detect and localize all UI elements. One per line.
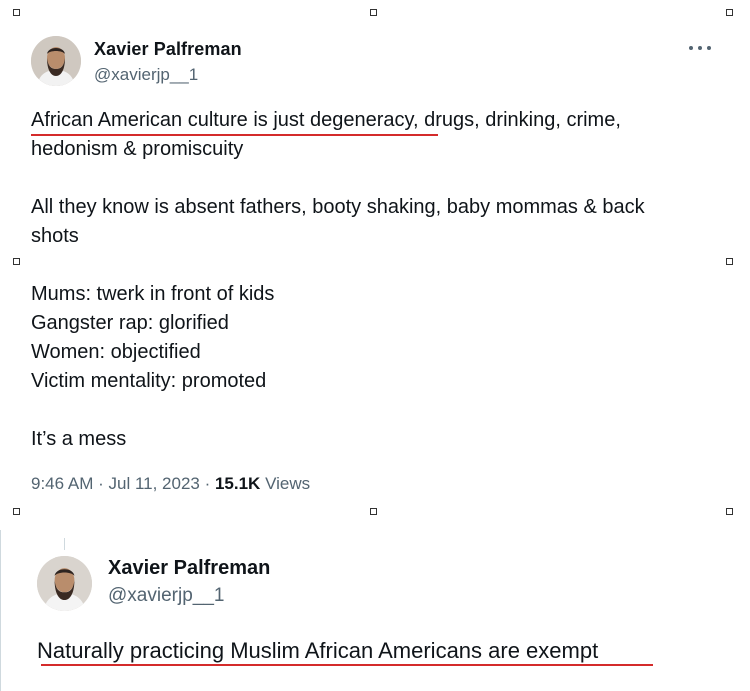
tweet-line: All they know is absent fathers, booty s…	[31, 196, 645, 218]
meta-separator: ·	[93, 474, 109, 493]
tweet-line: Victim mentality: promoted	[31, 370, 267, 392]
tweet-line: African American culture is just degener…	[31, 106, 711, 135]
tweet-date[interactable]: Jul 11, 2023	[108, 474, 199, 493]
tweet-card: Xavier Palfreman @xavierjp__1 African Am…	[0, 0, 750, 512]
author-name[interactable]: Xavier Palfreman	[108, 557, 270, 580]
meta-separator: ·	[199, 474, 215, 493]
views-label: Views	[260, 474, 311, 493]
tweet-line: Gangster rap: glorified	[31, 312, 229, 334]
author-name[interactable]: Xavier Palfreman	[94, 39, 242, 60]
card-border	[0, 530, 1, 691]
tweet-metadata: 9:46 AM · Jul 11, 2023 · 15.1K Views	[31, 474, 310, 494]
tweet-line: Mums: twerk in front of kids	[31, 283, 275, 305]
tweet-line: shots	[31, 225, 79, 247]
tweet-line: It’s a mess	[31, 428, 127, 450]
red-underline	[41, 664, 653, 666]
tweet-line: hedonism & promiscuity	[31, 138, 244, 160]
views-count: 15.1K	[214, 474, 261, 493]
tweet-text-span: , drugs, drinking, crime,	[413, 109, 621, 131]
more-options-icon[interactable]	[689, 38, 711, 58]
tweet-text: African American culture is just degener…	[31, 106, 711, 454]
author-handle[interactable]: @xavierjp__1	[108, 585, 224, 607]
underlined-phrase: African American culture is just degener…	[31, 109, 414, 131]
screenshot-page: Xavier Palfreman @xavierjp__1 African Am…	[0, 0, 750, 691]
tweet-line: Women: objectified	[31, 341, 201, 363]
tweet-time[interactable]: 9:46 AM	[31, 474, 93, 493]
profile-photo-icon[interactable]	[37, 556, 92, 611]
tweet-card	[0, 530, 750, 691]
red-underline	[31, 134, 438, 136]
profile-photo-icon[interactable]	[31, 36, 81, 86]
tweet-text: Naturally practicing Muslim African Amer…	[37, 638, 599, 663]
author-handle[interactable]: @xavierjp__1	[94, 65, 198, 85]
thread-connector	[64, 538, 65, 550]
